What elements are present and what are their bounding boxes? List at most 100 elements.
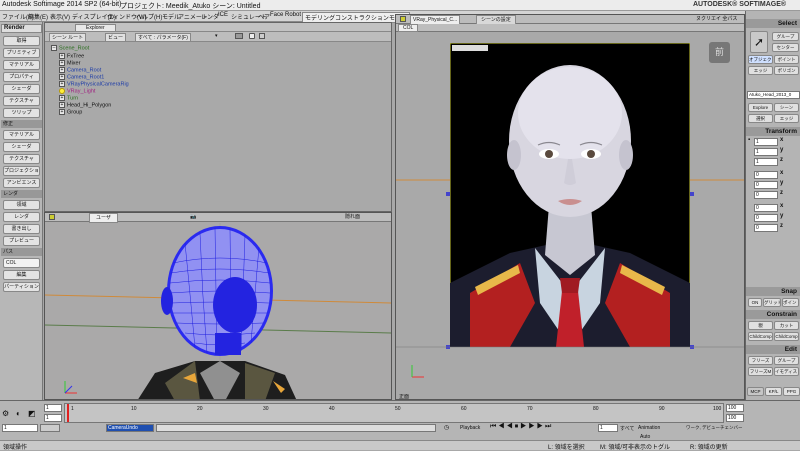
rot-y[interactable]: 0 — [754, 181, 778, 189]
btn-mod-shader[interactable]: シェーダ — [3, 142, 40, 152]
btn-childcomp[interactable]: ChildComp — [748, 332, 773, 341]
light-icon[interactable] — [59, 88, 65, 94]
btn-projection[interactable]: プロジェクション — [3, 166, 40, 176]
btn-scene[interactable]: シーン — [774, 103, 799, 112]
viewport-icon[interactable] — [400, 16, 406, 22]
btn-partition[interactable]: パーティション — [3, 282, 40, 292]
rot-z[interactable]: 0 — [754, 191, 778, 199]
btn-preview[interactable]: プレビュー — [3, 236, 40, 246]
expand-icon[interactable]: + — [59, 109, 65, 115]
view-dropdown[interactable]: ビュー — [105, 33, 127, 42]
playback-icon[interactable]: ◷ — [444, 424, 460, 432]
object-name-field[interactable]: Atuko_Head_2013_0 — [747, 91, 800, 99]
scale-z[interactable]: 1 — [754, 158, 778, 166]
lock-icon[interactable] — [249, 33, 255, 39]
frame-current[interactable]: 1 — [44, 414, 62, 422]
region-handle[interactable] — [446, 345, 450, 349]
btn-get[interactable]: 取得 — [3, 36, 40, 46]
explorer-mode-dropdown[interactable]: Explorer — [75, 24, 116, 32]
btn-edge[interactable]: エッジ — [748, 66, 773, 75]
refresh-icon[interactable] — [259, 33, 265, 39]
btn-export[interactable]: 書き出し — [3, 224, 40, 234]
frame-start[interactable]: 1 — [44, 404, 62, 412]
btn-freeze-m[interactable]: フリーズM — [748, 367, 773, 376]
expand-icon[interactable]: + — [59, 74, 65, 80]
camera-dropdown[interactable]: COL — [398, 24, 419, 32]
select-arrow-icon[interactable]: ➚ — [750, 31, 768, 53]
menu-face-robot[interactable]: Face Robot — [270, 12, 301, 18]
btn-mod-texture[interactable]: テクスチャ — [3, 154, 40, 164]
start-field[interactable]: 1 — [2, 424, 38, 432]
expand-icon[interactable]: – — [51, 45, 57, 51]
btn-childcomp2[interactable]: ChildComp — [774, 332, 799, 341]
btn-snap-grid[interactable]: グリッド — [763, 298, 781, 307]
btn-edge-sel[interactable]: エッジ — [774, 114, 799, 123]
magnet-icon[interactable]: ◐ — [16, 409, 26, 419]
btn-shader[interactable]: シェーダ — [3, 84, 40, 94]
tab-ppg[interactable]: PPG — [783, 387, 800, 396]
expand-icon[interactable]: + — [59, 95, 65, 101]
btn-primitive[interactable]: プリミティブ — [3, 48, 40, 58]
region-handle[interactable] — [690, 192, 694, 196]
camera-undo-field[interactable]: CameraUndo — [106, 424, 154, 432]
btn-pass-edit[interactable]: 編集 — [3, 270, 40, 280]
frame-field[interactable]: 1 — [598, 424, 618, 432]
search-icon[interactable] — [235, 33, 243, 39]
btn-immediate[interactable]: イモディスト — [774, 367, 799, 376]
btn-point[interactable]: ポイント — [774, 55, 799, 64]
filter-dropdown[interactable]: すべて : パラメータ(F) — [135, 33, 191, 42]
btn-snap-point[interactable]: ポイント — [782, 298, 799, 307]
scale-icon[interactable]: ▪ — [748, 137, 750, 143]
btn-object[interactable]: オブジェクト — [748, 55, 773, 64]
trans-x[interactable]: 0 — [754, 204, 778, 212]
viewport-icon[interactable] — [49, 214, 55, 220]
expand-icon[interactable]: + — [59, 102, 65, 108]
range-end[interactable]: 100 — [726, 414, 744, 422]
menu-edit[interactable]: 編集(E) — [28, 12, 48, 21]
timeline-ruler[interactable]: 1 10 20 30 40 50 60 70 80 90 100 — [64, 403, 724, 423]
expand-icon[interactable]: + — [59, 67, 65, 73]
menu-hair[interactable]: ヘア — [258, 12, 270, 21]
btn-parent[interactable]: 親 — [748, 321, 773, 330]
menu-ice[interactable]: ICE — [218, 12, 228, 18]
display-mode[interactable]: 隠れ面 — [345, 213, 360, 221]
menu-render[interactable]: レンダ — [201, 12, 219, 21]
playhead[interactable] — [67, 404, 69, 422]
btn-group-edit[interactable]: グループ — [774, 356, 799, 365]
btn-group[interactable]: グループ — [772, 32, 799, 41]
view-cube-badge[interactable]: 前 — [709, 42, 730, 63]
tab-mcp[interactable]: MCP — [747, 387, 764, 396]
view-dropdown[interactable]: ユーザ — [89, 213, 118, 223]
btn-selection[interactable]: 選択 — [748, 114, 773, 123]
filter-arrow[interactable]: ▾ — [215, 33, 218, 39]
tool-icon[interactable]: ⚙ — [2, 409, 14, 419]
playback-label[interactable]: Playback — [460, 425, 480, 431]
expand-icon[interactable]: + — [59, 60, 65, 66]
scale-x[interactable]: 1 — [754, 138, 778, 146]
snap-icon[interactable]: ◩ — [28, 409, 38, 419]
expand-icon[interactable]: + — [59, 53, 65, 59]
viewport-camera[interactable]: VRay_Physical_C... シーンの設定 ヌクリエイ 全パス COL … — [395, 14, 745, 400]
pass-dropdown[interactable]: COL — [3, 258, 40, 268]
btn-mod-material[interactable]: マテリアル — [3, 130, 40, 140]
command-line[interactable] — [156, 424, 436, 432]
btn-ambience[interactable]: アンビエンス — [3, 178, 40, 188]
option-dropdown[interactable]: ワーク, デビューチェンバー — [686, 425, 743, 431]
region-handle[interactable] — [446, 192, 450, 196]
btn-snap-on[interactable]: ON — [748, 298, 762, 307]
btn-material[interactable]: マテリアル — [3, 60, 40, 70]
trans-y[interactable]: 0 — [754, 214, 778, 222]
toolbar-header[interactable]: Render — [1, 24, 42, 33]
menu-help[interactable]: ヘルプ(H) — [136, 12, 162, 21]
animation-label[interactable]: Animation — [638, 425, 660, 431]
scale-y[interactable]: 1 — [754, 148, 778, 156]
btn-freeze[interactable]: フリーズ — [748, 356, 773, 365]
camera-icon[interactable]: 📷 — [190, 213, 196, 221]
tree-item-group[interactable]: + Group — [59, 109, 82, 116]
scope-dropdown[interactable]: シーン ルート — [49, 33, 87, 42]
expand-icon[interactable]: + — [59, 81, 65, 87]
frame-end[interactable]: 100 — [726, 404, 744, 412]
btn-polygon[interactable]: ポリゴン — [774, 66, 799, 75]
btn-property[interactable]: プロパティ — [3, 72, 40, 82]
btn-region[interactable]: 領域 — [3, 200, 40, 210]
